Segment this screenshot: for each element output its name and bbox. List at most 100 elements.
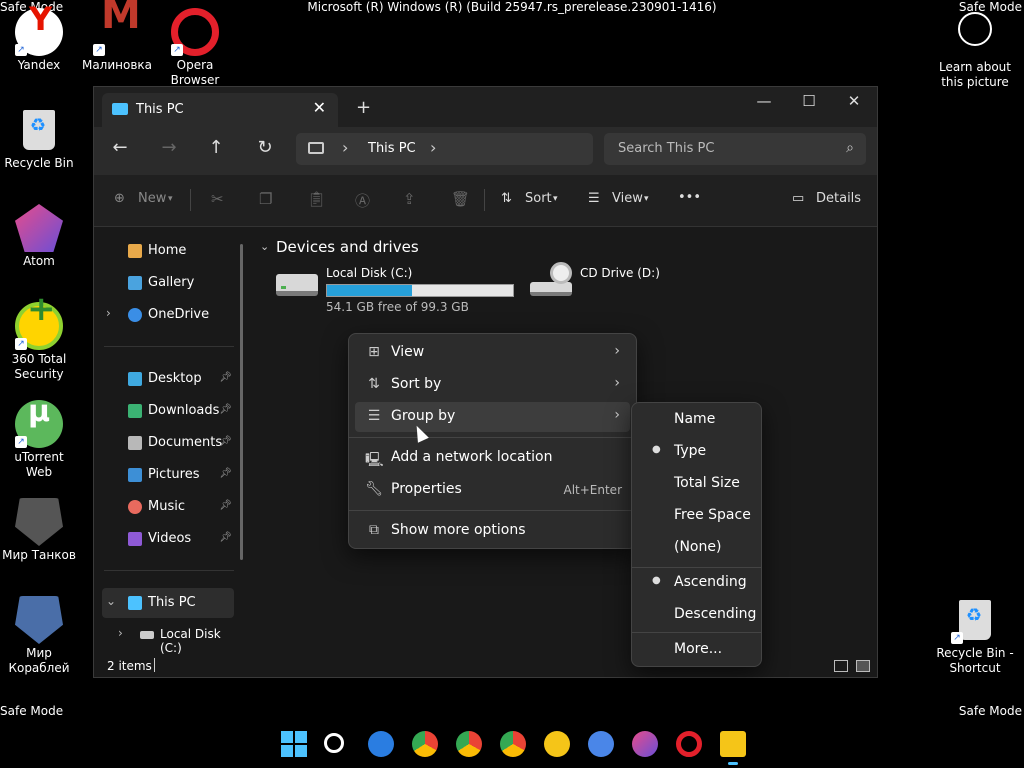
menu-item-group-by[interactable]: ☰ Group by ›	[355, 402, 630, 432]
start-icon[interactable]	[281, 731, 307, 757]
submenu-item-none[interactable]: (None)	[638, 533, 755, 563]
maximize-button[interactable]: ☐	[794, 92, 824, 110]
desktop-icon-learn-picture[interactable]: Learn about this picture	[936, 12, 1014, 90]
paste-icon[interactable]: 📋︎	[307, 190, 326, 208]
menu-item-label: View	[391, 344, 425, 360]
chrome-beta-icon[interactable]	[456, 731, 482, 757]
desktop-icon-opera[interactable]: ↗ Opera Browser	[156, 8, 234, 88]
back-arrow-icon[interactable]: ←	[106, 137, 134, 158]
chrome-canary-icon[interactable]	[544, 731, 570, 757]
sidebar-item-onedrive[interactable]: › OneDrive	[102, 300, 234, 330]
menu-item-view[interactable]: ⊞ View ›	[355, 338, 630, 368]
malinovka-icon: M ↗	[93, 0, 141, 56]
new-tab-button[interactable]: +	[356, 97, 371, 118]
pin-icon: 📌︎	[219, 372, 232, 383]
menu-item-sort-by[interactable]: ⇅ Sort by ›	[355, 370, 630, 400]
chevron-down-icon[interactable]: ⌄	[260, 240, 269, 253]
sidebar-scrollbar[interactable]	[240, 244, 243, 560]
sidebar-item-downloads[interactable]: Downloads 📌︎	[102, 396, 234, 426]
monitor-icon	[308, 142, 324, 154]
desktop-icon-360-security[interactable]: + ↗ 360 Total Security	[0, 292, 78, 382]
edge-pre-icon[interactable]	[368, 731, 394, 757]
desktop-icon-recycle-bin-shortcut[interactable]: ♻ ↗ Recycle Bin - Shortcut	[936, 596, 1014, 676]
minimize-button[interactable]: —	[749, 92, 779, 110]
chevron-right-icon[interactable]: ›	[342, 138, 348, 157]
sidebar-item-gallery[interactable]: Gallery	[102, 268, 234, 298]
desktop-icon-atom[interactable]: Atom	[0, 204, 78, 269]
submenu-item-total-size[interactable]: Total Size	[638, 469, 755, 499]
new-plus-icon[interactable]: ⊕	[114, 191, 125, 206]
desktop-icon-malinovka[interactable]: M ↗ Малиновка	[78, 0, 156, 73]
chrome-icon[interactable]	[412, 731, 438, 757]
sidebar-item-documents[interactable]: Documents 📌︎	[102, 428, 234, 458]
chevron-right-icon[interactable]: ›	[430, 138, 436, 157]
menu-item-add-network-location[interactable]: 🖳︎ Add a network location	[355, 443, 630, 473]
more-options-button[interactable]: •••	[678, 190, 701, 205]
share-icon[interactable]: ⇪	[403, 190, 416, 208]
view-button[interactable]: View	[612, 191, 643, 206]
menu-item-show-more-options[interactable]: ⧉ Show more options	[355, 516, 630, 546]
submenu-item-more[interactable]: More...	[638, 635, 755, 665]
desktop-icon-mir-tankov[interactable]: Мир Танков	[0, 498, 78, 563]
chromium-icon[interactable]	[588, 731, 614, 757]
pin-icon: 📌︎	[219, 500, 232, 511]
sidebar-item-this-pc[interactable]: ⌄ This PC	[102, 588, 234, 618]
sidebar-item-music[interactable]: Music 📌︎	[102, 492, 234, 522]
desktop-icon-yandex[interactable]: Y ↗ Yandex	[0, 3, 78, 73]
chevron-right-icon[interactable]: ›	[106, 306, 111, 320]
submenu-item-label: Free Space	[674, 507, 751, 523]
forward-arrow-icon[interactable]: →	[155, 137, 183, 158]
desktop-icon-recycle-bin[interactable]: ♻ Recycle Bin	[0, 106, 78, 171]
submenu-item-free-space[interactable]: Free Space	[638, 501, 755, 531]
file-explorer-icon[interactable]	[720, 731, 746, 765]
desktop-icon-mir-korabley[interactable]: Мир Кораблей	[0, 596, 78, 676]
chrome-dev-icon[interactable]	[500, 731, 526, 757]
cut-icon[interactable]: ✂	[211, 190, 224, 208]
details-view-icon[interactable]	[834, 660, 848, 672]
atom-taskbar-icon[interactable]	[632, 731, 658, 757]
search-icon[interactable]	[324, 733, 344, 753]
tab-close-icon[interactable]: ✕	[313, 98, 326, 117]
sidebar-item-home[interactable]: Home	[102, 236, 234, 266]
drive-local-disk-c[interactable]: Local Disk (C:) 54.1 GB free of 99.3 GB	[276, 266, 516, 316]
new-button[interactable]: New	[138, 191, 166, 206]
menu-item-properties[interactable]: 🔧︎ Properties Alt+Enter	[355, 475, 630, 505]
tab-this-pc[interactable]: This PC ✕	[102, 93, 338, 127]
delete-icon[interactable]: 🗑︎	[451, 190, 470, 208]
close-window-button[interactable]: ✕	[839, 92, 869, 110]
submenu-item-ascending[interactable]: ● Ascending	[638, 568, 755, 598]
address-bar[interactable]: › This PC ›	[296, 133, 593, 165]
sidebar-item-desktop[interactable]: Desktop 📌︎	[102, 364, 234, 394]
hard-drive-icon	[276, 274, 318, 296]
details-pane-icon[interactable]: ▭	[792, 191, 804, 206]
submenu-item-descending[interactable]: Descending	[638, 600, 756, 630]
shortcut-text: Alt+Enter	[563, 483, 622, 497]
details-button[interactable]: Details	[816, 191, 861, 206]
breadcrumb-this-pc[interactable]: This PC	[368, 141, 416, 156]
local-disk-icon	[140, 631, 154, 639]
copy-icon[interactable]: ❐	[259, 190, 272, 208]
sidebar-item-videos[interactable]: Videos 📌︎	[102, 524, 234, 554]
pin-icon: 📌︎	[219, 532, 232, 543]
sidebar-item-pictures[interactable]: Pictures 📌︎	[102, 460, 234, 490]
group-header[interactable]: Devices and drives	[276, 238, 419, 256]
refresh-icon[interactable]: ↻	[251, 137, 279, 158]
sort-button[interactable]: Sort	[525, 191, 552, 206]
rename-icon[interactable]: Ⓐ	[355, 190, 370, 211]
tab-bar: This PC ✕ + — ☐ ✕	[94, 87, 877, 127]
desktop-icon-utorrent[interactable]: µ ↗ uTorrent Web	[0, 397, 78, 480]
view-icon[interactable]: ☰	[588, 191, 600, 206]
large-icons-view-icon[interactable]	[856, 660, 870, 672]
sidebar-item-local-disk[interactable]: › Local Disk (C:)	[114, 620, 246, 655]
navigation-bar: ← → ↑ ↻ › This PC › Search This PC ⌕	[94, 127, 877, 175]
sort-icon[interactable]: ⇅	[501, 191, 512, 206]
chevron-down-icon[interactable]: ⌄	[106, 594, 116, 608]
up-arrow-icon[interactable]: ↑	[202, 137, 230, 158]
submenu-item-name[interactable]: Name	[638, 405, 755, 435]
search-input[interactable]: Search This PC ⌕	[604, 133, 866, 165]
chevron-right-icon[interactable]: ›	[118, 626, 123, 640]
drive-cd-d[interactable]: CD Drive (D:)	[530, 262, 730, 316]
submenu-item-type[interactable]: ● Type	[638, 437, 755, 467]
opera-icon: ↗	[171, 8, 219, 56]
opera-taskbar-icon[interactable]	[676, 731, 702, 757]
